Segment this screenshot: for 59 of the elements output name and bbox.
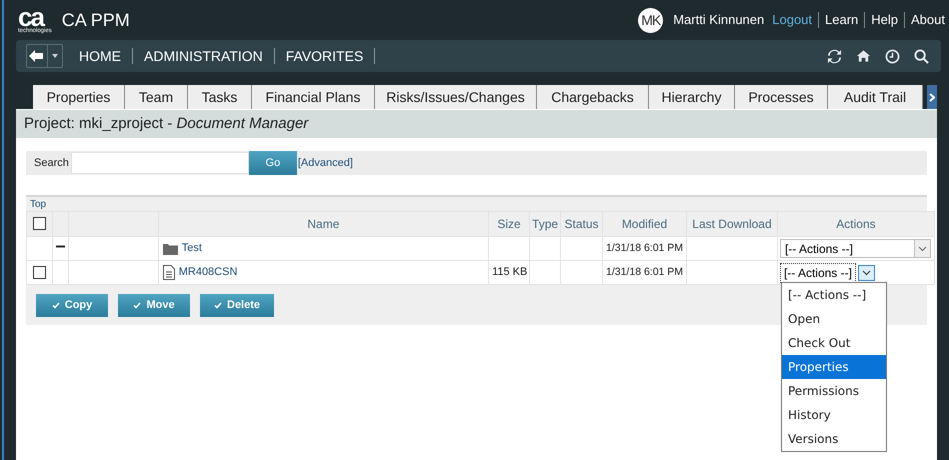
chevron-down-icon	[918, 246, 927, 252]
checkbox[interactable]	[32, 266, 46, 279]
dropdown-option[interactable]: Open	[782, 307, 886, 331]
chevron-right-icon	[929, 92, 935, 102]
tab[interactable]: Hierarchy	[649, 85, 735, 109]
nav-link[interactable]: HOME	[71, 46, 129, 66]
back-button[interactable]	[26, 44, 63, 68]
tab[interactable]: Financial Plans	[252, 85, 375, 109]
check-icon	[52, 302, 60, 309]
header-link[interactable]: Learn	[825, 10, 858, 30]
advanced-link[interactable]: [Advanced]	[298, 154, 353, 172]
document-icon	[162, 265, 175, 280]
user-name: Martti Kinnunen	[673, 11, 764, 30]
dropdown-option[interactable]: [-- Actions --]	[782, 283, 886, 307]
nav-link[interactable]: FAVORITES	[278, 46, 372, 66]
action-button[interactable]: Delete	[200, 294, 274, 317]
tab[interactable]: Properties	[33, 85, 125, 109]
action-button[interactable]: Move	[118, 294, 190, 317]
home-icon[interactable]	[856, 49, 871, 63]
tab[interactable]: Audit Trail	[828, 85, 923, 109]
header-link[interactable]: Help	[871, 10, 898, 30]
actions-select[interactable]: [-- Actions --]	[780, 239, 931, 258]
dropdown-option[interactable]: Properties	[782, 355, 886, 379]
tab[interactable]: Team	[125, 85, 188, 109]
page-title: Project: mki_zproject - Document Manager	[24, 114, 308, 134]
table-cell: 1/31/18 6:01 PM	[606, 242, 684, 254]
action-button[interactable]: Copy	[36, 294, 108, 317]
tabs-scroll-button[interactable]	[927, 85, 937, 109]
refresh-icon[interactable]	[827, 48, 842, 64]
user-avatar[interactable]: MK	[638, 8, 664, 32]
clock-icon[interactable]	[885, 48, 900, 64]
go-button[interactable]: Go	[248, 151, 297, 175]
app-title: CA PPM	[62, 8, 130, 32]
header-link[interactable]: About	[911, 10, 945, 30]
column-header[interactable]: Name	[307, 216, 340, 231]
top-link[interactable]: Top	[30, 196, 46, 212]
file-link[interactable]: Test	[182, 240, 202, 257]
nav-link[interactable]: ADMINISTRATION	[136, 46, 271, 66]
dropdown-option[interactable]: History	[782, 403, 886, 427]
checkbox[interactable]	[32, 217, 46, 230]
table-cell: 115 KB	[492, 266, 528, 278]
header-link[interactable]: Logout	[772, 10, 812, 30]
tab[interactable]: Chargebacks	[537, 85, 649, 109]
check-icon	[214, 302, 222, 309]
table-cell: 1/31/18 6:01 PM	[606, 266, 684, 278]
check-icon	[133, 302, 142, 309]
folder-icon	[162, 242, 178, 254]
dropdown-option[interactable]: Versions	[782, 427, 886, 451]
search-field[interactable]	[70, 152, 249, 174]
tab[interactable]: Risks/Issues/Changes	[375, 85, 537, 109]
tab[interactable]: Tasks	[188, 85, 252, 109]
tab[interactable]: Processes	[735, 85, 828, 109]
search-label: Search	[34, 156, 69, 171]
chevron-down-icon	[862, 270, 871, 276]
dropdown-option[interactable]: Check Out	[782, 331, 886, 355]
file-link[interactable]: MR408CSN	[178, 264, 238, 281]
column-header[interactable]: Actions	[836, 216, 876, 231]
search-icon[interactable]	[914, 48, 929, 64]
dropdown-option[interactable]: Permissions	[782, 379, 886, 403]
